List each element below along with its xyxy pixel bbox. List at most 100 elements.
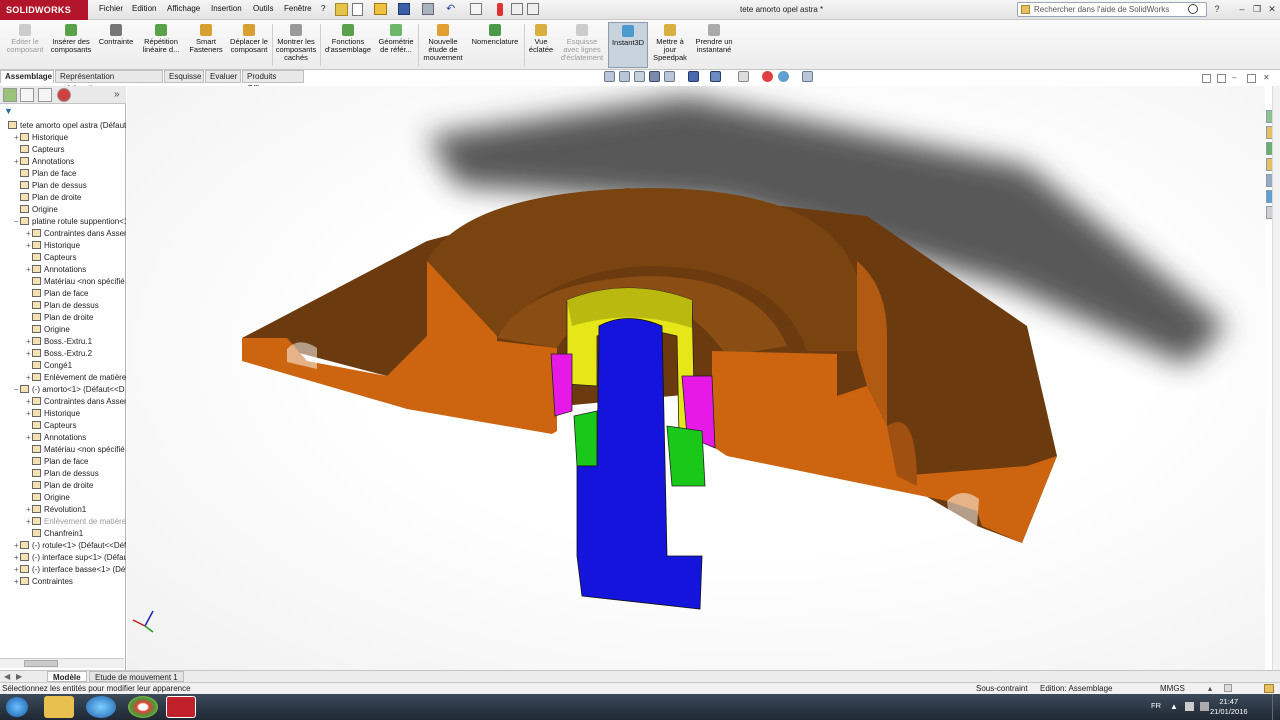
tree-item[interactable]: Plan de face — [0, 168, 126, 180]
traffic-light-icon[interactable] — [497, 3, 503, 16]
menu-fichier[interactable]: Fichier — [99, 4, 123, 13]
tree-item[interactable]: + Annotations — [0, 156, 126, 168]
tree-item[interactable]: + Historique — [0, 240, 126, 252]
tab-produits-office[interactable]: Produits Office — [242, 70, 304, 93]
tree-item[interactable]: + (-) interface sup<1> (Défau — [0, 552, 126, 564]
solidworks-logo[interactable]: SOLIDWORKS — [0, 0, 88, 20]
network-icon[interactable] — [1200, 702, 1209, 711]
tree-item[interactable]: Origine — [0, 324, 126, 336]
tab-motion-study[interactable]: Etude de mouvement 1 — [89, 671, 184, 682]
menu-affichage[interactable]: Affichage — [167, 4, 200, 13]
solidworks-taskbar-icon[interactable] — [166, 696, 196, 718]
status-units[interactable]: MMGS — [1160, 683, 1185, 694]
show-desktop-button[interactable] — [1272, 694, 1280, 720]
reference-geometry-button[interactable]: Géométrie de référ... — [376, 22, 416, 68]
tree-item[interactable]: + Boss.-Extru.1 — [0, 336, 126, 348]
tree-item[interactable]: − platine rotule suppention<1 — [0, 216, 126, 228]
tree-item[interactable]: + Contraintes dans Assem — [0, 228, 126, 240]
undo-icon[interactable]: ↶ — [446, 3, 458, 15]
chrome-taskbar-icon[interactable] — [128, 696, 158, 718]
file-properties-icon[interactable] — [511, 3, 523, 15]
tree-item[interactable]: Matériau <non spécifié — [0, 276, 126, 288]
open-folder-icon[interactable] — [374, 3, 387, 15]
select-icon[interactable] — [470, 3, 482, 15]
apply-scene-icon[interactable] — [778, 71, 789, 82]
viewport-restore-icon[interactable] — [1247, 74, 1256, 83]
take-snapshot-button[interactable]: Prendre un instantané — [692, 22, 736, 68]
feature-manager-tab-icon[interactable] — [3, 88, 17, 102]
configuration-manager-tab-icon[interactable] — [38, 88, 52, 102]
tree-item[interactable]: Capteurs — [0, 420, 126, 432]
menu-fenetre[interactable]: Fenêtre — [284, 4, 312, 13]
tree-item[interactable]: Plan de dessus — [0, 180, 126, 192]
tree-item[interactable]: Plan de droite — [0, 192, 126, 204]
tree-item[interactable]: Plan de dessus — [0, 468, 126, 480]
scroll-right-icon[interactable]: ▶ — [16, 672, 22, 681]
menu-insertion[interactable]: Insertion — [211, 4, 242, 13]
system-clock[interactable]: 21:47 21/01/2016 — [1210, 697, 1248, 717]
close-icon[interactable]: ✕ — [1266, 3, 1278, 15]
zoom-to-area-icon[interactable] — [619, 71, 630, 82]
language-indicator[interactable]: FR — [1151, 701, 1161, 710]
tree-item[interactable]: Plan de face — [0, 288, 126, 300]
tree-item[interactable]: + Contraintes — [0, 576, 126, 588]
tab-assemblage[interactable]: Assemblage — [0, 70, 54, 83]
tree-item[interactable]: Congé1 — [0, 360, 126, 372]
viewport-vertical-scrollbar[interactable] — [1272, 86, 1280, 670]
start-button[interactable] — [6, 697, 28, 717]
property-manager-tab-icon[interactable] — [20, 88, 34, 102]
viewport-split-icon[interactable] — [1202, 74, 1211, 83]
help-search-box[interactable]: Rechercher dans l'aide de SolidWorks — [1017, 2, 1207, 17]
tab-modele[interactable]: Modèle — [47, 671, 87, 682]
restore-icon[interactable]: ❐ — [1251, 3, 1263, 15]
tree-item[interactable]: + Annotations — [0, 264, 126, 276]
tree-item[interactable]: − (-) amorto<1> (Défaut<<D — [0, 384, 126, 396]
tree-item[interactable]: Matériau <non spécifié — [0, 444, 126, 456]
menu-outils[interactable]: Outils — [253, 4, 273, 13]
edit-component-button[interactable]: Editer le composant — [4, 22, 46, 68]
hide-show-items-icon[interactable] — [738, 71, 749, 82]
view-settings-icon[interactable] — [802, 71, 813, 82]
mate-button[interactable]: Contrainte — [96, 22, 136, 68]
menu-edition[interactable]: Edition — [132, 4, 156, 13]
update-speedpak-button[interactable]: Mettre à jour Speedpak — [650, 22, 690, 68]
linear-pattern-button[interactable]: Répétition linéaire d... — [138, 22, 184, 68]
tree-root-assembly[interactable]: tete amorto opel astra (Défaut- — [0, 120, 126, 132]
scrollbar-thumb[interactable] — [24, 660, 58, 667]
bom-button[interactable]: Nomenclature — [468, 22, 522, 68]
view-orientation-icon[interactable] — [688, 71, 699, 82]
tree-item[interactable]: + (-) rotule<1> (Défaut<<Déf — [0, 540, 126, 552]
units-dropdown-icon[interactable]: ▴ — [1208, 683, 1212, 694]
options-icon[interactable] — [527, 3, 539, 15]
tree-item[interactable]: + Historique — [0, 132, 126, 144]
tree-item[interactable]: Origine — [0, 492, 126, 504]
minimize-icon[interactable]: – — [1236, 3, 1248, 15]
explode-line-sketch-button[interactable]: Esquisse avec lignes d'éclatement — [558, 22, 606, 68]
graphics-area[interactable] — [127, 86, 1265, 670]
save-icon[interactable] — [398, 3, 410, 15]
filter-icon[interactable]: ▼ — [4, 107, 16, 116]
flag-icon[interactable] — [1185, 702, 1194, 711]
tree-item[interactable]: + Annotations — [0, 432, 126, 444]
insert-components-button[interactable]: Insérer des composants — [48, 22, 94, 68]
help-icon[interactable]: ? — [1211, 3, 1223, 15]
tab-esquisse[interactable]: Esquisse — [164, 70, 204, 83]
tree-item[interactable]: Capteurs — [0, 144, 126, 156]
viewport-tile-icon[interactable] — [1217, 74, 1226, 83]
search-icon[interactable] — [1188, 4, 1198, 14]
show-hidden-icons-icon[interactable]: ▲ — [1170, 702, 1178, 711]
show-hidden-components-button[interactable]: Montrer les composants cachés — [274, 22, 318, 68]
print-icon[interactable] — [422, 3, 434, 15]
explorer-taskbar-icon[interactable] — [44, 696, 74, 718]
exploded-view-button[interactable]: Vue éclatée — [526, 22, 556, 68]
smart-fasteners-button[interactable]: Smart Fasteners — [186, 22, 226, 68]
tree-item[interactable]: + Révolution1 — [0, 504, 126, 516]
pin-icon[interactable] — [335, 3, 348, 16]
tab-representation-schematique[interactable]: Représentation schématique — [55, 70, 163, 93]
tree-item[interactable]: Plan de droite — [0, 480, 126, 492]
tree-item[interactable]: Plan de face — [0, 456, 126, 468]
new-document-icon[interactable] — [352, 3, 363, 16]
previous-view-icon[interactable] — [634, 71, 645, 82]
menu-help[interactable]: ? — [321, 4, 325, 13]
tab-evaluer[interactable]: Evaluer — [205, 70, 241, 83]
